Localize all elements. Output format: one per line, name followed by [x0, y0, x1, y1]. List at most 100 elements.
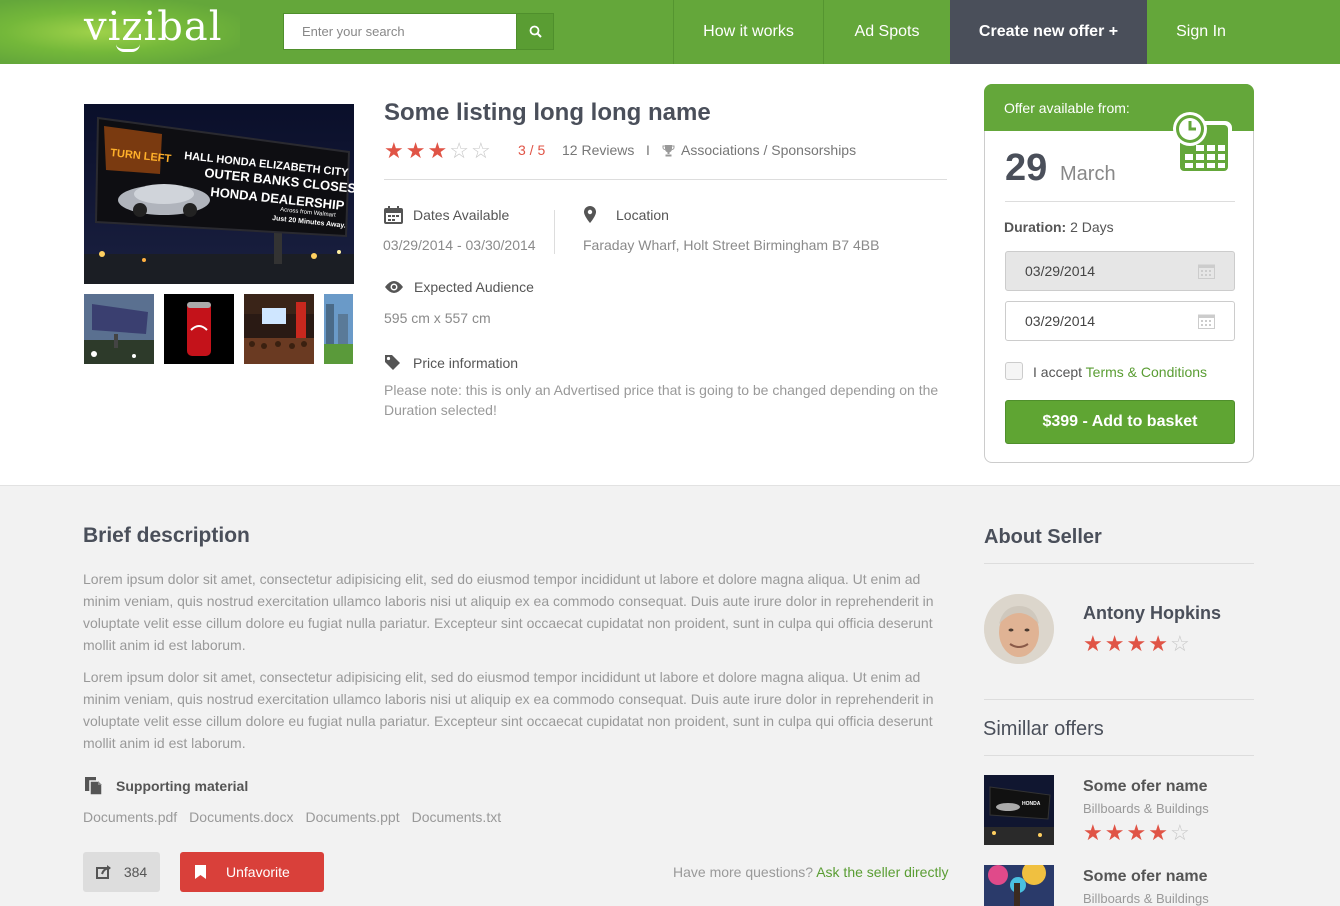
date-from-value: 03/29/2014 — [1025, 263, 1096, 279]
category-label: Associations / Sponsorships — [681, 142, 857, 158]
eye-icon — [385, 281, 403, 293]
concert-image — [984, 865, 1054, 906]
document-link[interactable]: Documents.ppt — [305, 809, 399, 825]
dates-value: 03/29/2014 - 03/30/2014 — [383, 237, 536, 253]
nav-how-it-works[interactable]: How it works — [673, 0, 823, 64]
date-to-field[interactable]: 03/29/2014 — [1005, 301, 1235, 341]
billboard-thumb-image: HONDA — [984, 775, 1054, 845]
add-to-basket-button[interactable]: $399 - Add to basket — [1005, 400, 1235, 444]
search-icon — [529, 25, 542, 38]
listing-main-image[interactable]: TURN LEFT HALL HONDA ELIZABETH CITY OUTE… — [84, 104, 354, 284]
map-pin-icon — [584, 206, 596, 223]
seller-rating-stars: ★ ★ ★ ★ ☆ — [1083, 633, 1190, 655]
questions-label: Have more questions? — [673, 864, 814, 880]
offer-day: 29 — [1005, 147, 1048, 189]
info-vertical-separator — [554, 210, 555, 254]
star-filled-icon: ★ — [1148, 631, 1168, 656]
dates-available-label: Dates Available — [384, 206, 509, 224]
star-filled-icon: ★ — [1126, 631, 1147, 656]
ask-seller-link[interactable]: Ask the seller directly — [816, 864, 948, 880]
search-button[interactable] — [516, 14, 553, 49]
similar-offer-thumb-2[interactable] — [984, 865, 1054, 906]
logo[interactable]: vizibal — [84, 4, 223, 50]
calendar-clock-icon — [1173, 112, 1232, 175]
star-empty-icon: ☆ — [1169, 820, 1190, 845]
seller-photo — [984, 594, 1054, 664]
price-tag-icon — [385, 355, 400, 370]
similar-offer-name-2[interactable]: Some ofer name — [1083, 868, 1207, 886]
share-count: 384 — [123, 864, 148, 880]
svg-text:HONDA: HONDA — [1022, 801, 1041, 807]
share-button[interactable]: 384 — [83, 852, 160, 892]
cola-can-image — [164, 294, 234, 364]
date-to-value: 03/29/2014 — [1025, 313, 1096, 329]
details-section: Brief description Lorem ipsum dolor sit … — [0, 485, 1340, 906]
thumbnail-4[interactable] — [324, 294, 353, 364]
listing-category[interactable]: Associations / Sponsorships — [662, 142, 856, 158]
thumbnail-1[interactable] — [84, 294, 154, 364]
unfavorite-button[interactable]: Unfavorite — [180, 852, 324, 892]
nav-create-offer[interactable]: Create new offer + — [950, 0, 1147, 64]
listing-rating-stars: ★ ★ ★ ☆ ☆ — [384, 140, 491, 162]
document-link[interactable]: Documents.docx — [189, 809, 293, 825]
similar-offer-category-1: Billboards & Buildings — [1083, 801, 1209, 816]
star-empty-icon: ☆ — [1169, 631, 1190, 656]
nav-sign-in[interactable]: Sign In — [1147, 0, 1255, 64]
price-note: Please note: this is only an Advertised … — [384, 382, 939, 418]
logo-area[interactable]: vizibal — [0, 0, 240, 64]
questions-text: Have more questions? Ask the seller dire… — [673, 864, 948, 880]
star-filled-icon: ★ — [1126, 820, 1147, 845]
document-link[interactable]: Documents.pdf — [83, 809, 177, 825]
document-list: Documents.pdf Documents.docx Documents.p… — [83, 809, 505, 825]
terms-checkbox[interactable] — [1005, 362, 1023, 380]
documents-icon — [85, 777, 103, 796]
nav-ad-spots[interactable]: Ad Spots — [823, 0, 950, 64]
supporting-material-label: Supporting material — [84, 776, 248, 796]
location-value: Faraday Wharf, Holt Street Birmingham B7… — [583, 237, 880, 253]
meta-separator: I — [646, 142, 650, 158]
terms-link[interactable]: Terms & Conditions — [1086, 364, 1207, 380]
similar-offers-heading: Simillar offers — [983, 718, 1104, 740]
thumbnail-3[interactable] — [244, 294, 314, 364]
share-icon — [95, 865, 111, 879]
rating-value: 3 / 5 — [518, 142, 546, 158]
star-empty-icon: ☆ — [449, 138, 469, 163]
offer-month: March — [1060, 163, 1116, 185]
theater-image — [244, 294, 314, 364]
similar-offer-stars-1: ★ ★ ★ ★ ☆ — [1083, 822, 1190, 844]
seller-divider-bottom — [984, 699, 1254, 700]
star-filled-icon: ★ — [405, 138, 426, 163]
listing-title: Some listing long long name — [384, 99, 711, 126]
star-filled-icon: ★ — [427, 138, 448, 163]
search-box — [283, 13, 554, 50]
similar-divider — [984, 755, 1254, 756]
offer-card: Offer available from: 29 March Duration:… — [984, 84, 1254, 463]
star-filled-icon: ★ — [1083, 631, 1103, 656]
top-header: vizibal How it works Ad Spots Create new… — [0, 0, 1340, 64]
reviews-link[interactable]: 12 Reviews — [562, 142, 634, 158]
logo-smile-mark — [116, 44, 140, 52]
date-picker-icon[interactable] — [1198, 313, 1215, 329]
dates-label-text: Dates Available — [413, 207, 510, 223]
thumbnail-2[interactable] — [164, 294, 234, 364]
similar-offer-thumb-1[interactable]: HONDA — [984, 775, 1054, 845]
city-image — [324, 294, 353, 364]
brief-description-heading: Brief description — [83, 524, 250, 547]
billboard-thumb-image — [84, 294, 154, 364]
document-link[interactable]: Documents.txt — [412, 809, 501, 825]
search-input[interactable] — [284, 14, 517, 49]
date-picker-icon[interactable] — [1198, 263, 1215, 279]
calendar-icon — [384, 206, 403, 224]
star-filled-icon: ★ — [1148, 820, 1168, 845]
seller-avatar[interactable] — [984, 594, 1054, 664]
accept-terms-text: I accept Terms & Conditions — [1033, 364, 1207, 380]
date-from-field[interactable]: 03/29/2014 — [1005, 251, 1235, 291]
location-label: Location — [584, 206, 669, 223]
duration-value: 2 Days — [1070, 219, 1114, 235]
price-label-text: Price information — [413, 354, 519, 371]
price-information-label: Price information — [384, 354, 518, 371]
similar-offer-name-1[interactable]: Some ofer name — [1083, 778, 1207, 796]
seller-name[interactable]: Antony Hopkins — [1083, 603, 1221, 624]
title-divider — [384, 179, 947, 180]
description-paragraph-1: Lorem ipsum dolor sit amet, consectetur … — [83, 571, 934, 653]
